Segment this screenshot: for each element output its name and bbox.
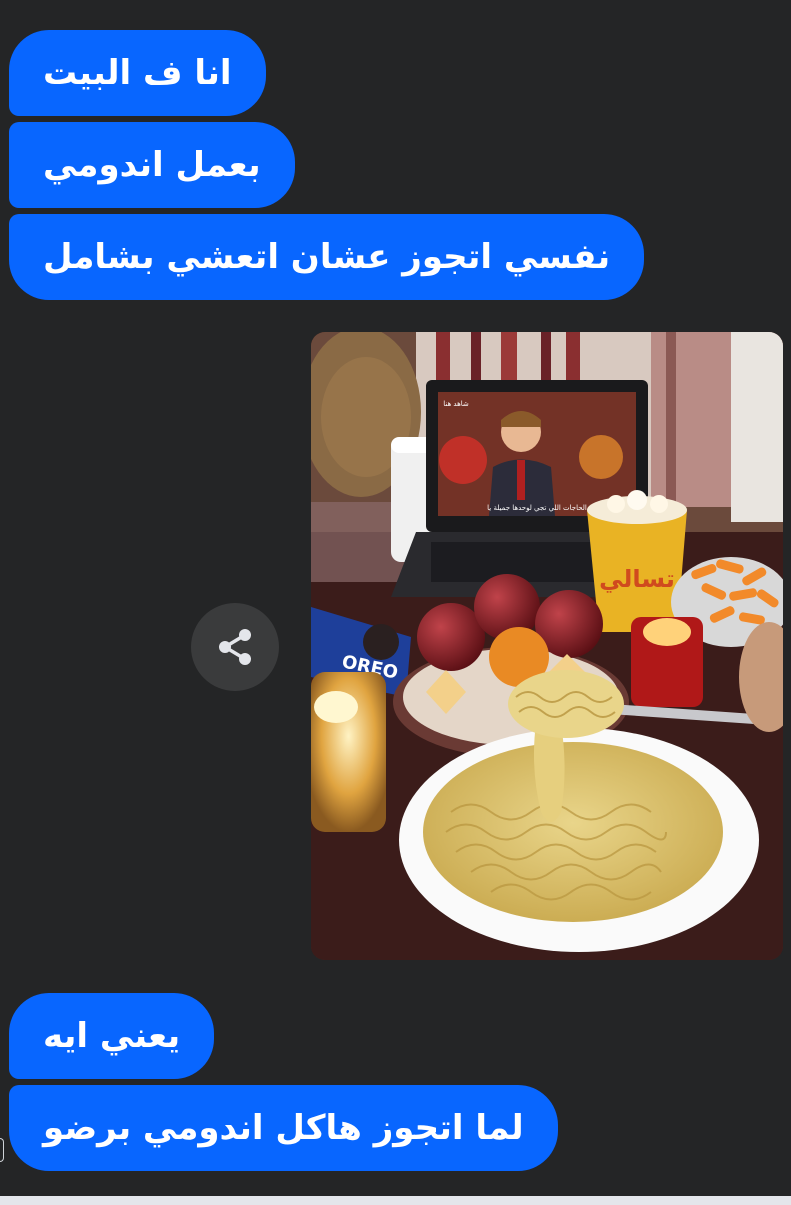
message-text: نفسي اتجوز عشان اتعشي بشامل <box>43 237 611 277</box>
message-bubble[interactable]: يعني ايه <box>9 993 215 1079</box>
laptop-channel-label: شاهد هنا <box>443 400 469 408</box>
laptop-subtitle: الحاجات اللي تجي لوحدها جميلة يا <box>487 504 587 512</box>
photo-illustration: الحاجات اللي تجي لوحدها جميلة يا شاهد هن… <box>311 332 783 960</box>
message-bubble[interactable]: بعمل اندومي <box>9 122 295 208</box>
message-bubble[interactable]: لما اتجوز هاكل اندومي برضو <box>9 1085 558 1171</box>
message-text: انا ف البيت <box>43 53 232 93</box>
bottom-bar <box>0 1196 791 1205</box>
message-bubble[interactable]: انا ف البيت <box>9 30 266 116</box>
message-text: يعني ايه <box>43 1016 181 1056</box>
scroll-edge-indicator <box>0 1138 4 1162</box>
message-text: لما اتجوز هاكل اندومي برضو <box>43 1108 524 1148</box>
message-bubble[interactable]: نفسي اتجوز عشان اتعشي بشامل <box>9 214 645 300</box>
message-text: بعمل اندومي <box>43 145 261 185</box>
shared-photo[interactable]: الحاجات اللي تجي لوحدها جميلة يا شاهد هن… <box>311 332 783 960</box>
share-button[interactable] <box>191 603 279 691</box>
popcorn-cup-text: تسالي <box>599 565 675 593</box>
share-icon <box>219 629 251 665</box>
